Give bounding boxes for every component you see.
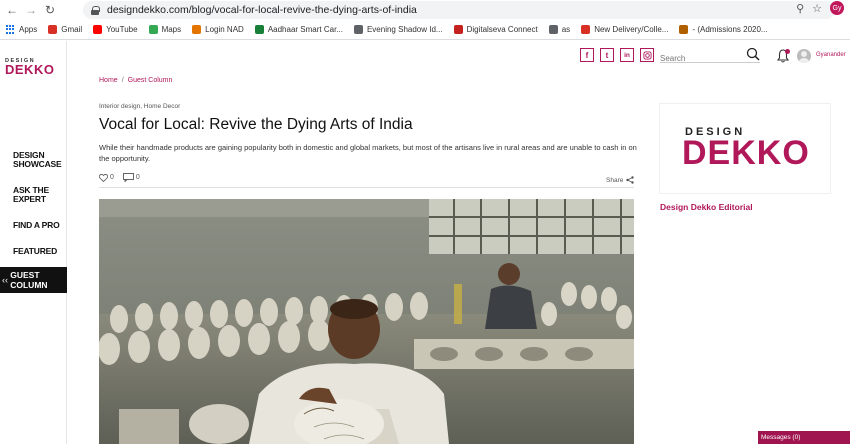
bookmark-item[interactable]: New Delivery/Colle... <box>581 25 668 34</box>
facebook-icon[interactable]: f <box>580 48 594 62</box>
digitalseva-icon <box>453 25 463 34</box>
like-count: 0 <box>110 174 114 181</box>
bookmark-item[interactable]: Apps <box>6 25 37 34</box>
breadcrumb-guest-column[interactable]: Guest Column <box>128 77 173 84</box>
maps-icon <box>148 25 158 34</box>
social-links: f t in <box>580 48 654 62</box>
share-label: Share <box>606 176 624 184</box>
bookmark-label: New Delivery/Colle... <box>594 25 669 34</box>
sidebar-item-featured[interactable]: FEATURED <box>0 247 57 256</box>
left-sidebar: DESIGN DEKKO DESIGN SHOWCASE ASK THE EXP… <box>0 41 67 444</box>
search-input[interactable] <box>660 54 746 63</box>
site-logo[interactable]: DESIGN DEKKO <box>5 58 55 77</box>
bookmark-item[interactable]: - (Admissions 2020... <box>679 25 768 34</box>
gmail-icon <box>581 25 591 34</box>
avatar[interactable] <box>797 49 811 63</box>
profile-avatar[interactable]: Gy <box>830 1 844 15</box>
author-logo[interactable]: DESIGN DEKKO <box>659 103 831 194</box>
linkedin-icon[interactable]: in <box>620 48 634 62</box>
globe-icon <box>548 25 558 34</box>
bookmark-label: Gmail <box>61 25 83 34</box>
bookmark-label: Evening Shadow Id... <box>366 25 443 34</box>
sidebar-item-guest-column[interactable]: ‹‹ GUEST COLUMN <box>0 267 67 293</box>
address-bar[interactable]: designdekko.com/blog/vocal-for-local-rev… <box>83 1 835 19</box>
bookmark-label: Digitalseva Connect <box>466 25 538 34</box>
bookmark-label: Login NAD <box>205 25 244 34</box>
nad-icon <box>192 25 202 34</box>
search-icon[interactable] <box>746 47 760 61</box>
zoom-search-icon[interactable]: ⚲ <box>796 2 804 15</box>
breadcrumb-home[interactable]: Home <box>99 77 118 84</box>
apps-grid-icon <box>6 25 15 34</box>
bookmark-item[interactable]: Evening Shadow Id... <box>353 25 443 34</box>
bookmark-label: Aadhaar Smart Car... <box>267 25 343 34</box>
article-summary: While their handmade products are gainin… <box>99 143 637 163</box>
article-meta: 0 0 <box>99 173 140 182</box>
breadcrumb-separator: / <box>121 77 124 84</box>
forward-arrow-icon[interactable]: → <box>24 3 38 17</box>
comment-button[interactable]: 0 <box>122 173 140 182</box>
bookmark-item[interactable]: Login NAD <box>192 25 244 34</box>
author-logo-dekko-text: DEKKO <box>682 134 810 172</box>
bookmark-label: as <box>561 25 571 34</box>
page-content: DESIGN DEKKO DESIGN SHOWCASE ASK THE EXP… <box>0 41 850 444</box>
search-box <box>660 47 760 63</box>
article-categories[interactable]: Interior design, Home Decor <box>99 103 180 110</box>
like-button[interactable]: 0 <box>99 173 114 182</box>
sidebar-item-ask-the-expert[interactable]: ASK THE EXPERT <box>0 186 50 204</box>
bookmark-label: Maps <box>161 25 182 34</box>
share-icon <box>626 176 635 184</box>
artisan-workshop-photo <box>99 199 634 444</box>
logo-dekko-text: DEKKO <box>5 62 55 77</box>
sidebar-item-label: GUEST COLUMN <box>10 270 48 290</box>
page-title: Vocal for Local: Revive the Dying Arts o… <box>99 116 413 133</box>
bookmark-item[interactable]: as <box>548 25 571 34</box>
aadhaar-icon <box>254 25 264 34</box>
divider <box>99 187 634 188</box>
bookmark-item[interactable]: Maps <box>148 25 182 34</box>
bookmark-item[interactable]: YouTube <box>93 25 138 34</box>
lock-icon <box>91 5 100 15</box>
sidebar-item-design-showcase[interactable]: DESIGN SHOWCASE <box>0 151 62 169</box>
username[interactable]: Gyanander <box>816 52 846 58</box>
share-button[interactable]: Share <box>606 176 635 184</box>
bookmark-item[interactable]: Aadhaar Smart Car... <box>254 25 343 34</box>
url-text[interactable]: designdekko.com/blog/vocal-for-local-rev… <box>107 4 417 16</box>
heart-icon <box>99 173 108 182</box>
bookmark-label: YouTube <box>106 25 138 34</box>
messages-button[interactable]: Messages (0) <box>758 431 850 444</box>
notification-dot <box>785 49 790 54</box>
article-hero-image <box>99 199 634 444</box>
chevron-left-icon: ‹‹ <box>2 275 8 285</box>
breadcrumb: Home / Guest Column <box>99 77 172 84</box>
bookmark-label: - (Admissions 2020... <box>692 25 768 34</box>
evening-shadow-icon <box>353 25 363 34</box>
youtube-icon <box>93 25 103 34</box>
comment-count: 0 <box>135 174 140 181</box>
back-arrow-icon[interactable]: ← <box>5 3 19 17</box>
author-name[interactable]: Design Dekko Editorial <box>660 202 753 212</box>
comment-icon <box>122 173 134 182</box>
bookmarks-bar: Apps Gmail YouTube Maps Login NAD Aadhaar Sma… <box>0 20 850 40</box>
bookmark-star-icon[interactable]: ☆ <box>812 2 822 15</box>
browser-toolbar: ← → ↻ designdekko.com/blog/vocal-for-loc… <box>0 0 850 20</box>
sidebar-item-find-a-pro[interactable]: FIND A PRO <box>0 221 60 230</box>
gmail-icon <box>48 25 58 34</box>
bookmark-item[interactable]: Gmail <box>48 25 82 34</box>
admissions-icon <box>679 25 689 34</box>
reload-icon[interactable]: ↻ <box>43 3 57 17</box>
twitter-icon[interactable]: t <box>600 48 614 62</box>
bookmark-item[interactable]: Digitalseva Connect <box>453 25 538 34</box>
bookmark-label: Apps <box>19 25 38 34</box>
instagram-icon[interactable] <box>640 48 654 62</box>
